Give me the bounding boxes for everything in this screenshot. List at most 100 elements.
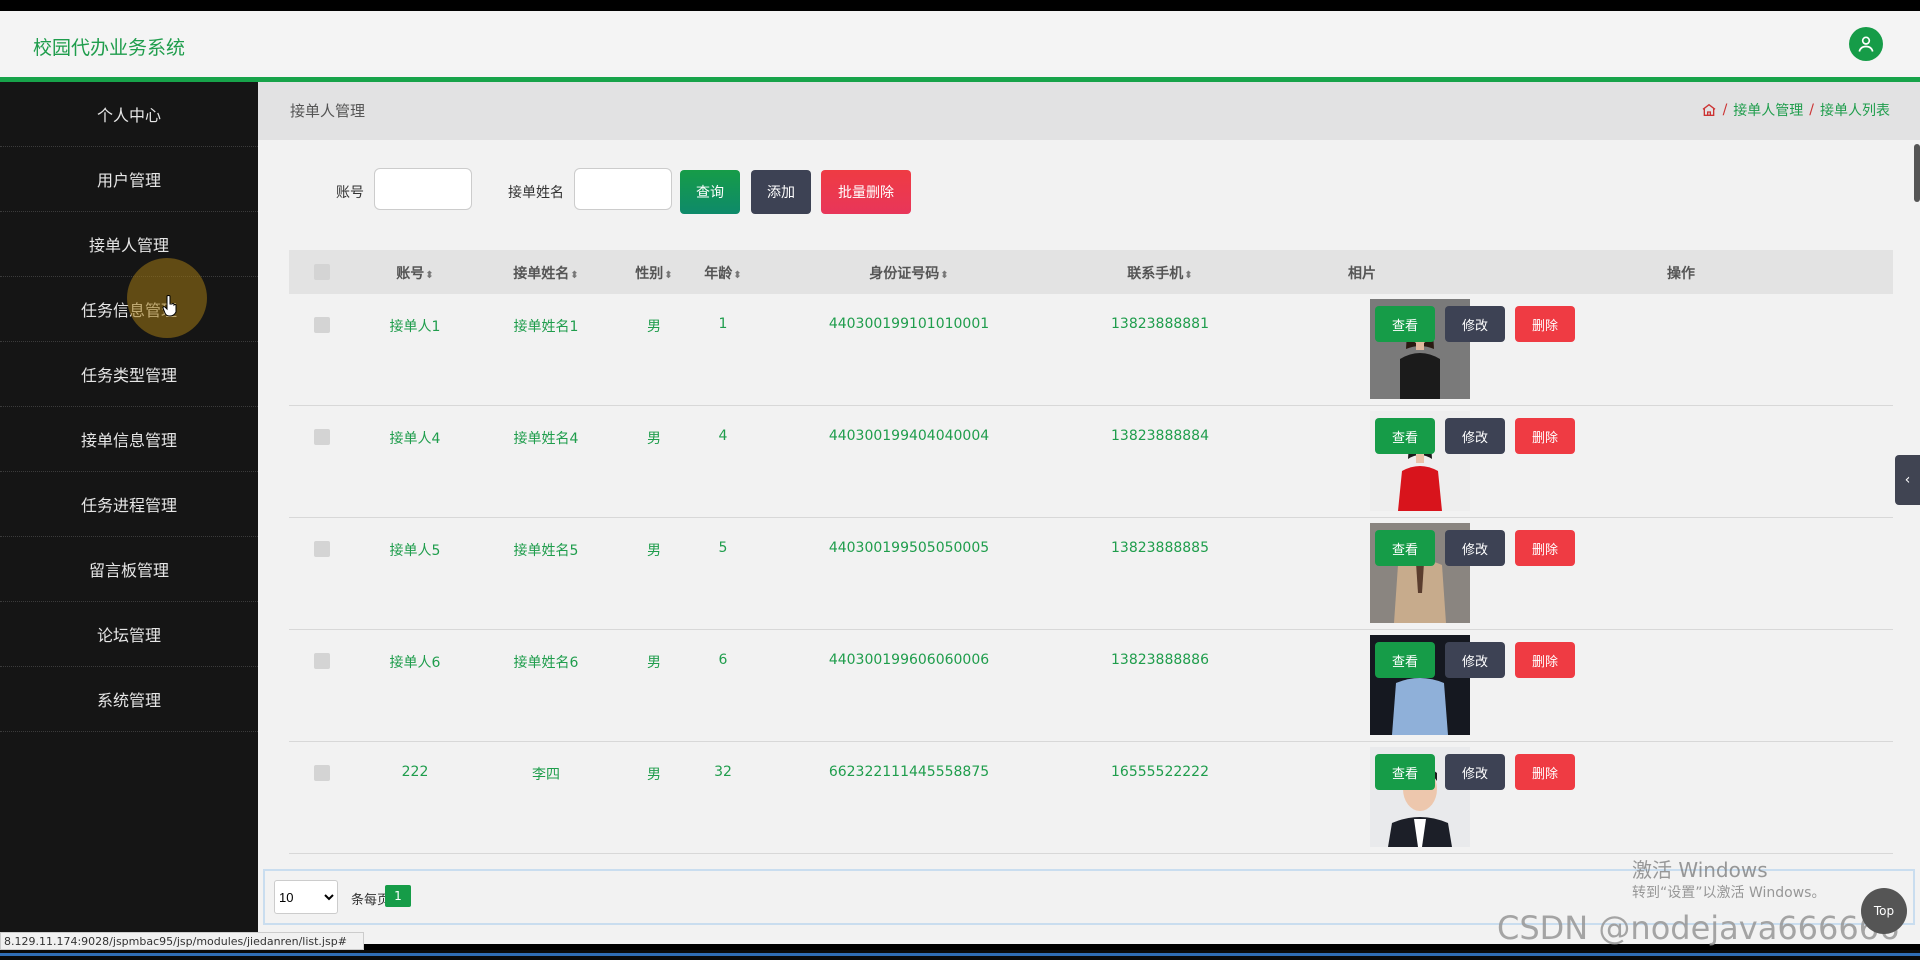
breadcrumb-separator: / — [1722, 102, 1728, 118]
sidebar: 个人中心 用户管理 接单人管理 任务信息管理 任务类型管理 接单信息管理 任务进… — [0, 82, 258, 944]
batch-delete-button[interactable]: 批量删除 — [821, 170, 911, 214]
sidebar-item-task-progress-management[interactable]: 任务进程管理 — [0, 472, 258, 537]
account-cell: 接单人4 — [389, 431, 441, 447]
sidebar-item-system-management[interactable]: 系统管理 — [0, 667, 258, 732]
user-avatar-button[interactable] — [1849, 27, 1883, 61]
delete-button[interactable]: 删除 — [1515, 418, 1575, 454]
row-checkbox[interactable] — [314, 317, 330, 333]
name-cell: 接单姓名6 — [513, 655, 579, 671]
sidebar-item-taker-management[interactable]: 接单人管理 — [0, 212, 258, 277]
sidebar-item-personal-center[interactable]: 个人中心 — [0, 82, 258, 147]
page-title: 接单人管理 — [290, 102, 366, 120]
sort-icon[interactable]: ⬍ — [425, 270, 433, 281]
view-button[interactable]: 查看 — [1375, 642, 1435, 678]
sidebar-item-task-type-management[interactable]: 任务类型管理 — [0, 342, 258, 407]
chevron-left-icon: ‹ — [1904, 472, 1911, 488]
sidebar-item-user-management[interactable]: 用户管理 — [0, 147, 258, 212]
view-button[interactable]: 查看 — [1375, 306, 1435, 342]
table-row: 接单人6 接单姓名6 男 6 440300199606060006 138238… — [289, 630, 1893, 742]
gender-cell: 男 — [647, 655, 661, 671]
main-content: 接单人管理 / 接单人管理 / 接单人列表 账号 接单姓名 查询 添加 批量删除… — [258, 82, 1920, 944]
phone-cell: 13823888886 — [1111, 652, 1209, 668]
sidebar-item-message-board-management[interactable]: 留言板管理 — [0, 537, 258, 602]
column-header-name[interactable]: 接单姓名⬍ — [513, 263, 578, 283]
breadcrumb-separator: / — [1809, 102, 1814, 118]
name-input[interactable] — [574, 168, 672, 210]
column-header-account[interactable]: 账号⬍ — [396, 263, 433, 283]
breadcrumb-level1[interactable]: 接单人管理 — [1733, 100, 1803, 120]
breadcrumb: / 接单人管理 / 接单人列表 — [1701, 100, 1890, 120]
id-number-cell: 662322111445558875 — [828, 764, 990, 780]
view-button[interactable]: 查看 — [1375, 530, 1435, 566]
taker-table: 账号⬍ 接单姓名⬍ 性别⬍ 年龄⬍ 身份证号码⬍ 联系手机⬍ 相片 操作 接单人… — [289, 250, 1893, 854]
activate-windows-hint: 转到“设置”以激活 Windows。 — [1632, 885, 1826, 901]
table-row: 222 李四 男 32 662322111445558875 165555222… — [289, 742, 1893, 854]
table-row: 接单人4 接单姓名4 男 4 440300199404040004 138238… — [289, 406, 1893, 518]
column-header-id-number[interactable]: 身份证号码⬍ — [869, 263, 948, 283]
delete-button[interactable]: 删除 — [1515, 754, 1575, 790]
view-button[interactable]: 查看 — [1375, 754, 1435, 790]
delete-button[interactable]: 删除 — [1515, 642, 1575, 678]
delete-button[interactable]: 删除 — [1515, 530, 1575, 566]
select-all-checkbox[interactable] — [314, 264, 330, 280]
view-button[interactable]: 查看 — [1375, 418, 1435, 454]
edit-button[interactable]: 修改 — [1445, 530, 1505, 566]
row-checkbox[interactable] — [314, 765, 330, 781]
add-button[interactable]: 添加 — [751, 170, 811, 214]
query-button[interactable]: 查询 — [680, 170, 740, 214]
id-number-cell: 440300199404040004 — [828, 428, 990, 444]
edit-button[interactable]: 修改 — [1445, 306, 1505, 342]
age-cell: 32 — [714, 764, 732, 780]
phone-cell: 13823888885 — [1111, 540, 1209, 556]
edit-button[interactable]: 修改 — [1445, 642, 1505, 678]
delete-button[interactable]: 删除 — [1515, 306, 1575, 342]
sidebar-item-order-info-management[interactable]: 接单信息管理 — [0, 407, 258, 472]
page-size-select[interactable]: 10 — [274, 880, 338, 914]
row-checkbox[interactable] — [314, 429, 330, 445]
phone-cell: 16555522222 — [1111, 764, 1209, 780]
phone-cell: 13823888884 — [1111, 428, 1209, 444]
row-checkbox[interactable] — [314, 653, 330, 669]
edit-button[interactable]: 修改 — [1445, 754, 1505, 790]
row-checkbox[interactable] — [314, 541, 330, 557]
id-number-cell: 440300199606060006 — [828, 652, 990, 668]
column-header-age[interactable]: 年龄⬍ — [704, 263, 741, 283]
account-cell: 接单人1 — [389, 319, 441, 335]
column-header-phone[interactable]: 联系手机⬍ — [1127, 263, 1192, 283]
name-cell: 接单姓名5 — [513, 543, 579, 559]
sort-icon[interactable]: ⬍ — [733, 270, 741, 281]
home-icon[interactable] — [1701, 102, 1717, 118]
sort-icon[interactable]: ⬍ — [940, 270, 948, 281]
sort-icon[interactable]: ⬍ — [1184, 270, 1192, 281]
name-cell: 接单姓名4 — [513, 431, 579, 447]
progress-line — [0, 953, 1920, 956]
table-row: 接单人1 接单姓名1 男 1 440300199101010001 138238… — [289, 294, 1893, 406]
gender-cell: 男 — [647, 319, 661, 335]
age-cell: 5 — [718, 540, 728, 556]
activate-windows-title: 激活 Windows — [1632, 858, 1768, 882]
browser-status-url: 8.129.11.174:9028/jspmbac95/jsp/modules/… — [0, 932, 364, 950]
scrollbar-thumb[interactable] — [1914, 144, 1920, 202]
age-cell: 4 — [718, 428, 728, 444]
account-cell: 接单人5 — [389, 543, 441, 559]
sort-icon[interactable]: ⬍ — [570, 270, 578, 281]
collapse-panel-button[interactable]: ‹ — [1895, 455, 1920, 505]
account-input[interactable] — [374, 168, 472, 210]
app-header: 校园代办业务系统 — [0, 11, 1920, 82]
column-header-gender[interactable]: 性别⬍ — [635, 263, 672, 283]
edit-button[interactable]: 修改 — [1445, 418, 1505, 454]
sidebar-item-task-info-management[interactable]: 任务信息管理 — [0, 277, 258, 342]
back-to-top-button[interactable]: Top — [1861, 888, 1907, 934]
phone-cell: 13823888881 — [1111, 316, 1209, 332]
page-number-button[interactable]: 1 — [385, 885, 411, 907]
name-label: 接单姓名 — [508, 185, 564, 201]
account-cell: 接单人6 — [389, 655, 441, 671]
sidebar-item-forum-management[interactable]: 论坛管理 — [0, 602, 258, 667]
csdn-watermark: CSDN @nodejava666666 — [1497, 909, 1900, 947]
column-header-photo: 相片 — [1348, 266, 1376, 282]
gender-cell: 男 — [647, 543, 661, 559]
account-cell: 222 — [401, 764, 429, 780]
column-header-actions: 操作 — [1667, 266, 1695, 282]
sort-icon[interactable]: ⬍ — [664, 270, 672, 281]
account-label: 账号 — [336, 185, 364, 201]
